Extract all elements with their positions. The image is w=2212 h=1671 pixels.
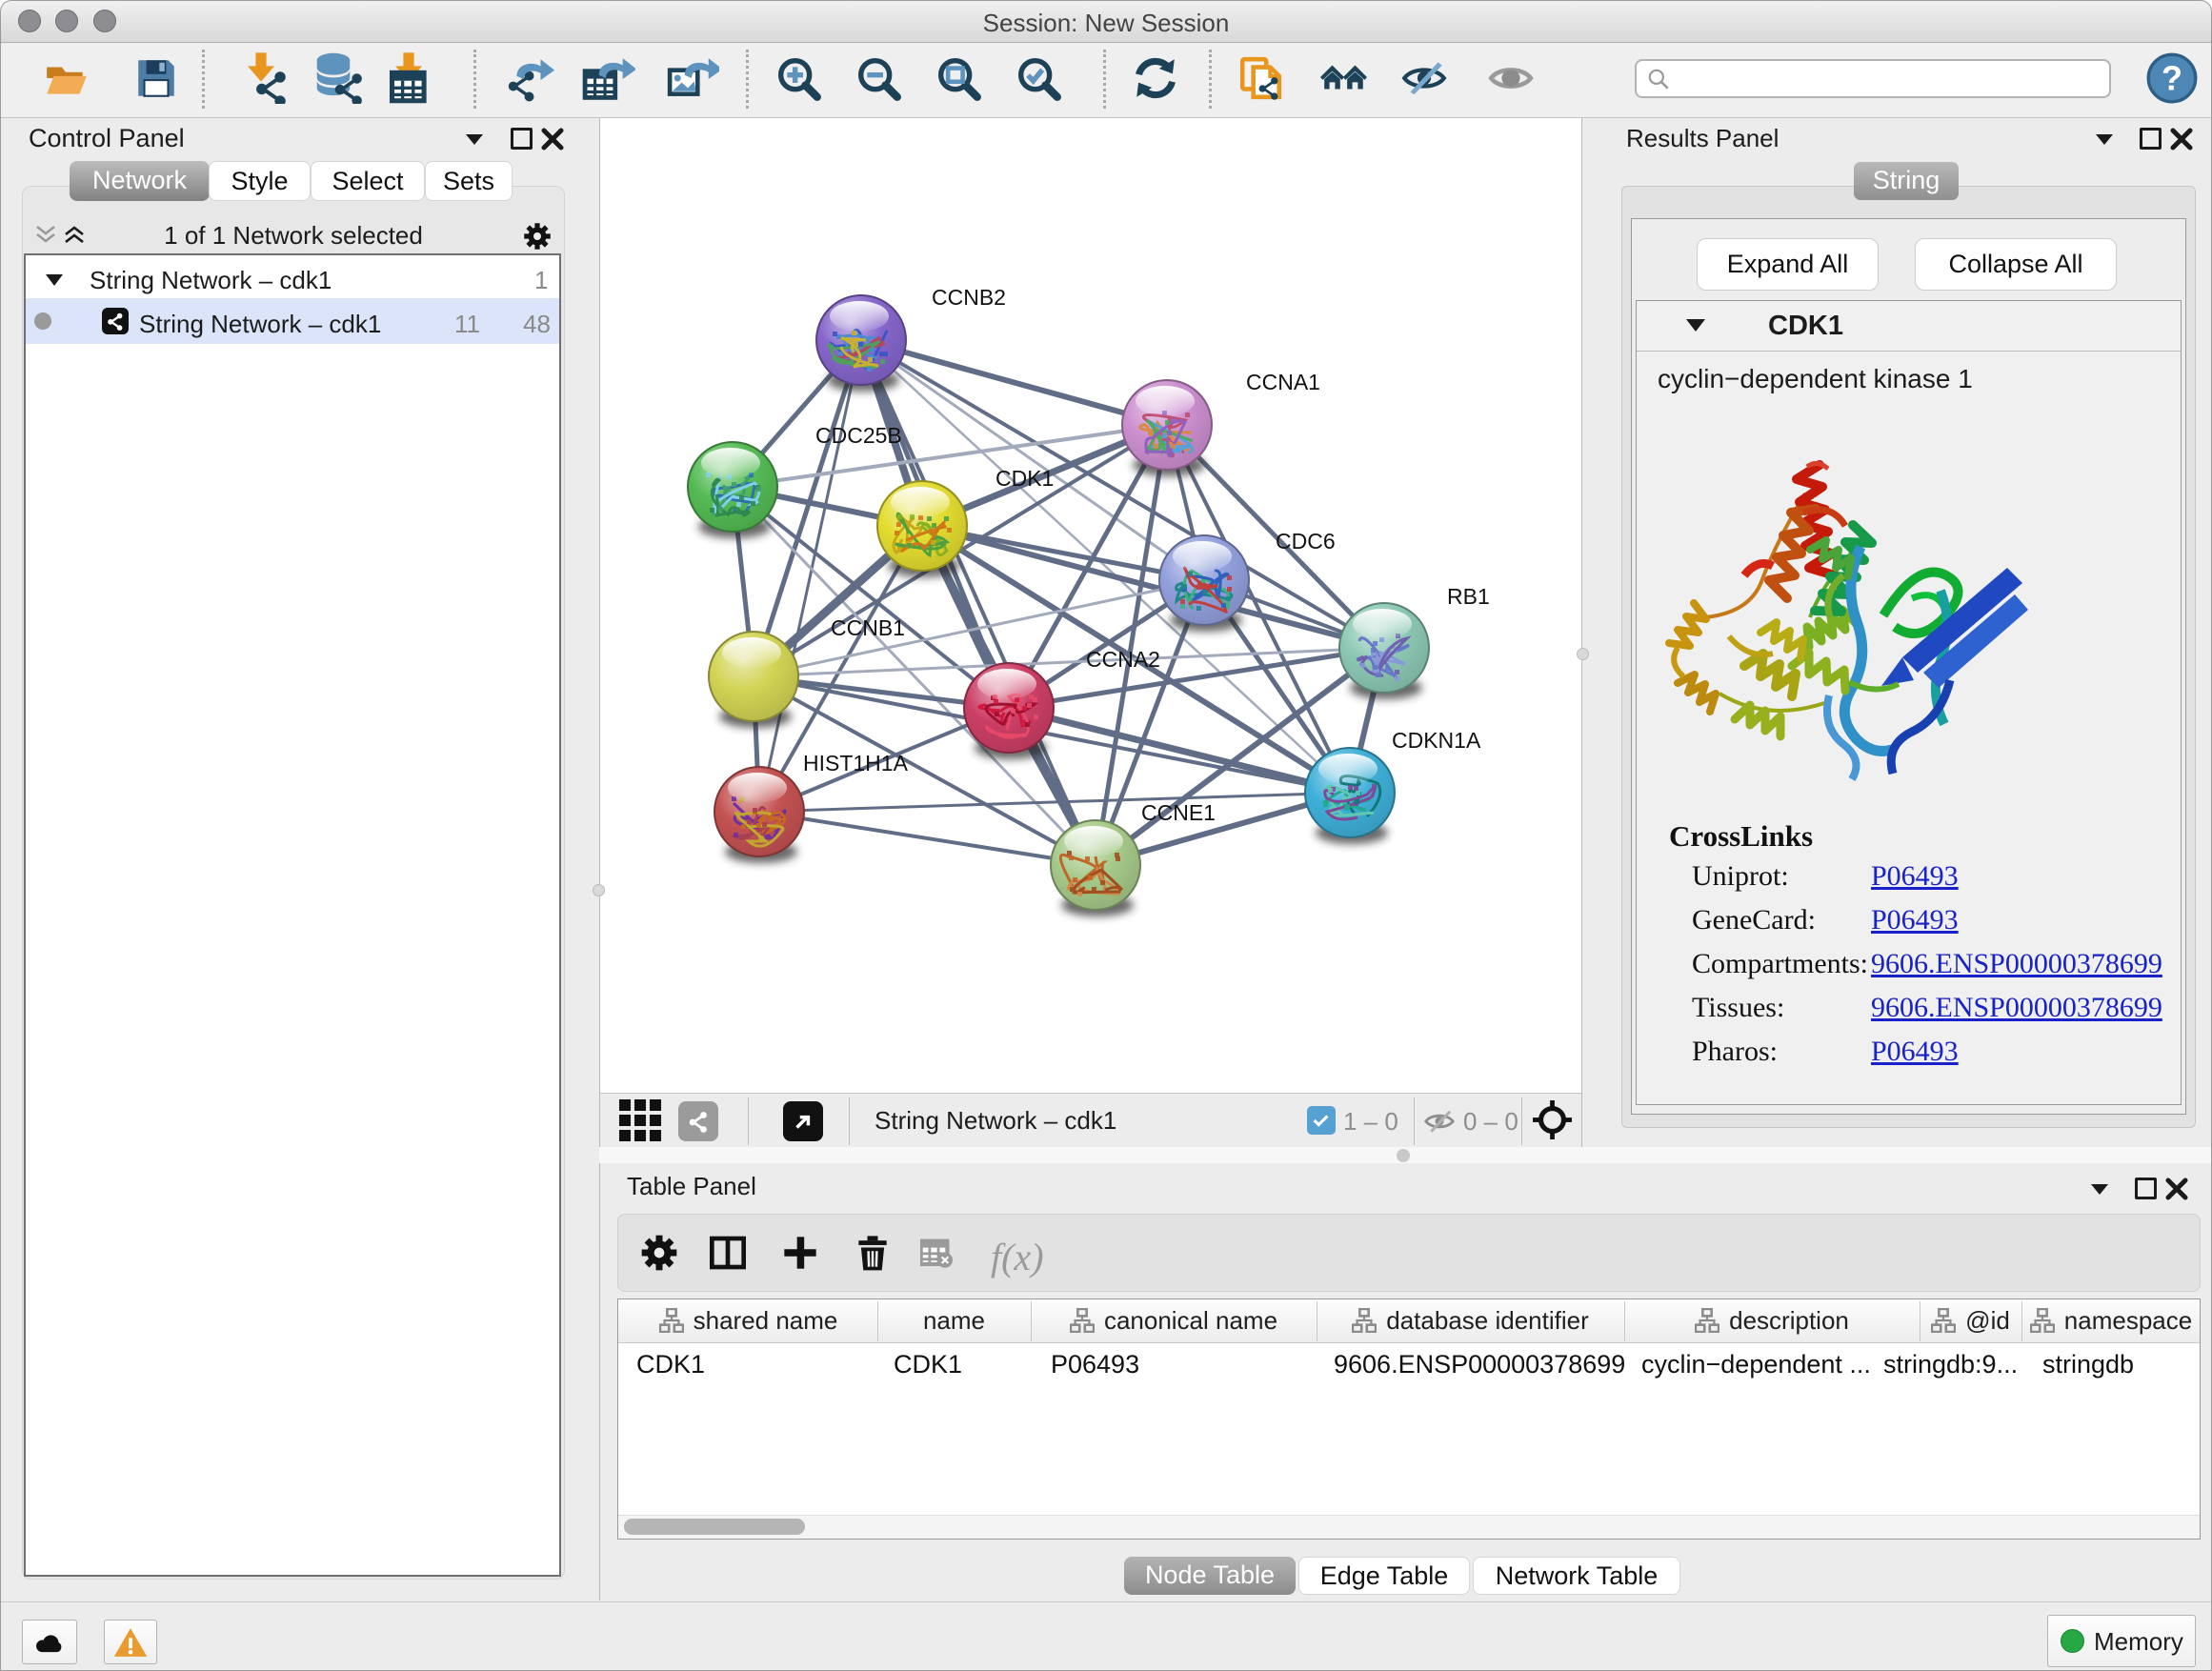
svg-text:CDC6: CDC6 bbox=[1276, 529, 1336, 554]
svg-text:RB1: RB1 bbox=[1447, 584, 1490, 609]
svg-text:CDK1: CDK1 bbox=[995, 466, 1054, 491]
svg-text:CCNB1: CCNB1 bbox=[831, 615, 905, 640]
svg-text:CCNA2: CCNA2 bbox=[1086, 647, 1160, 672]
svg-text:CCNA1: CCNA1 bbox=[1246, 370, 1320, 394]
svg-text:?: ? bbox=[2162, 58, 2182, 97]
svg-text:CCNB2: CCNB2 bbox=[932, 285, 1006, 310]
svg-text:CDKN1A: CDKN1A bbox=[1392, 728, 1481, 753]
svg-text:HIST1H1A: HIST1H1A bbox=[803, 751, 909, 775]
svg-text:CCNE1: CCNE1 bbox=[1141, 800, 1216, 825]
svg-text:CDC25B: CDC25B bbox=[815, 423, 902, 448]
